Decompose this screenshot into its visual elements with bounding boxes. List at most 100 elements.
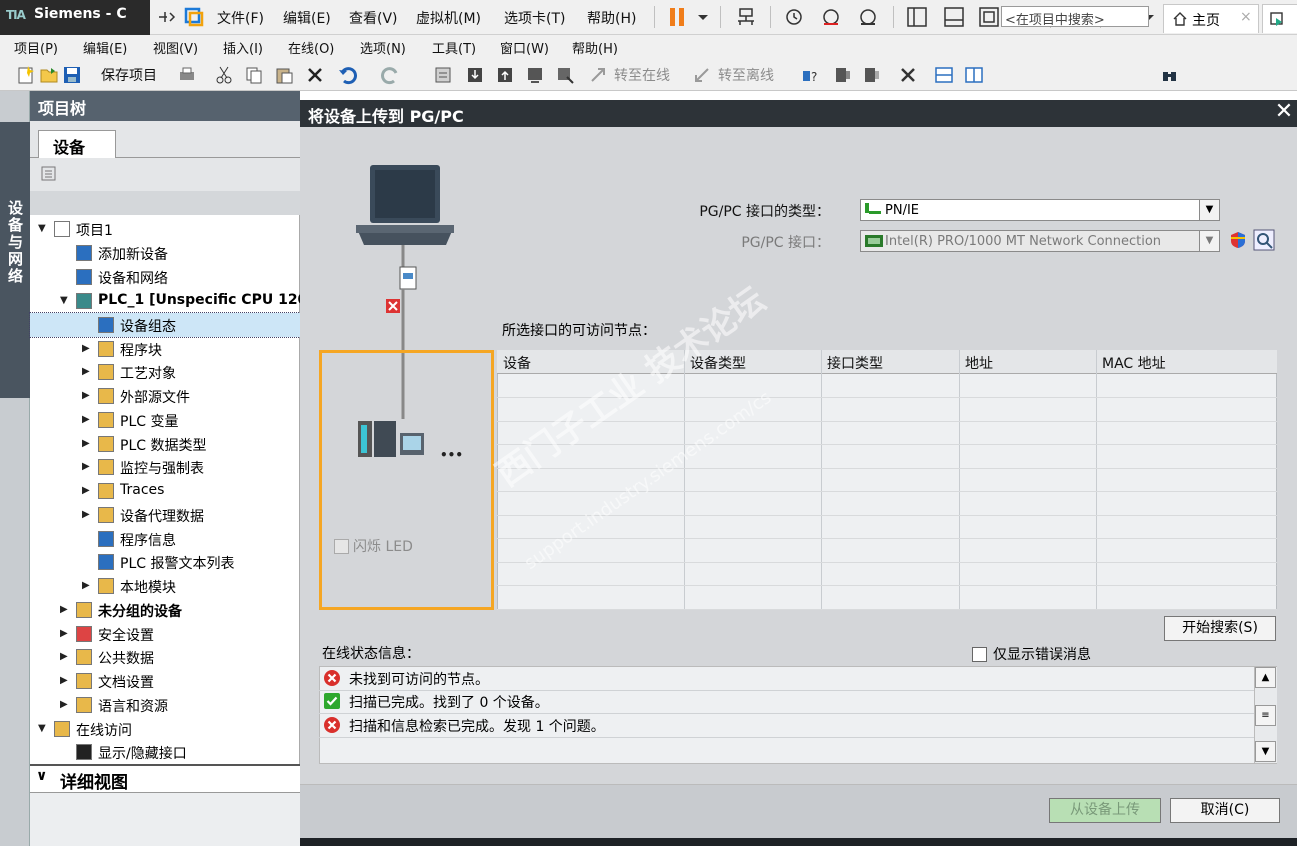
menu-options[interactable]: 选项(N) xyxy=(360,38,406,57)
project-search-input[interactable]: <在项目中搜索> xyxy=(1001,6,1149,28)
upload-icon[interactable] xyxy=(495,65,515,85)
tree-item[interactable]: ▶ PLC 数据类型 xyxy=(30,432,300,456)
scroll-up-icon[interactable]: ▲ xyxy=(1255,667,1276,688)
scroll-down-icon[interactable]: ▼ xyxy=(1255,741,1276,762)
tree-item[interactable]: ▶ PLC 变量 xyxy=(30,408,300,432)
errors-only-checkbox[interactable]: 仅显示错误消息 xyxy=(972,644,1091,664)
chevron-right-icon[interactable]: ▶ xyxy=(82,343,90,354)
chevron-down-icon[interactable]: ▼ xyxy=(1199,200,1219,220)
fullscreen-icon[interactable] xyxy=(978,6,1000,28)
copy-icon[interactable] xyxy=(244,65,264,85)
cancel-button[interactable]: 取消(C) xyxy=(1170,798,1280,823)
host-menu-tabs[interactable]: 选项卡(T) xyxy=(504,8,565,28)
split-horizontal-icon[interactable] xyxy=(934,65,954,85)
tree-item[interactable]: ▶ 语言和资源 xyxy=(30,693,300,717)
chevron-right-icon[interactable]: ▶ xyxy=(60,604,68,615)
delete-icon[interactable] xyxy=(305,65,325,85)
column-address[interactable]: 地址 xyxy=(965,353,993,373)
tree-item[interactable]: ▼ 在线访问 xyxy=(30,717,300,741)
tree-item[interactable]: ▼ PLC_1 [Unspecific CPU 1200] xyxy=(30,289,323,313)
compile-icon[interactable] xyxy=(433,65,453,85)
properties-icon[interactable] xyxy=(1253,229,1275,251)
menu-view[interactable]: 视图(V) xyxy=(153,38,198,57)
chevron-right-icon[interactable]: ▶ xyxy=(60,699,68,710)
host-menu-vm[interactable]: 虚拟机(M) xyxy=(416,8,481,28)
download-icon[interactable] xyxy=(465,65,485,85)
stop-cpu-icon[interactable] xyxy=(862,65,882,85)
save-icon[interactable] xyxy=(62,65,82,85)
close-icon[interactable]: ✕ xyxy=(1272,101,1296,125)
chevron-right-icon[interactable]: ▶ xyxy=(82,390,90,401)
cross-reference-icon[interactable] xyxy=(898,65,918,85)
search-icon[interactable] xyxy=(1160,65,1180,85)
status-message[interactable]: 扫描和信息检索已完成。发现 1 个问题。 xyxy=(319,714,1254,737)
checkbox-icon[interactable] xyxy=(972,647,987,662)
vmware-icon[interactable] xyxy=(183,6,205,28)
tree-item[interactable]: ▼ 项目1 xyxy=(30,217,300,241)
host-menu-edit[interactable]: 编辑(E) xyxy=(283,8,331,28)
tree-item[interactable]: ▶ 监控与强制表 xyxy=(30,455,300,479)
tree-item[interactable]: ▶ 公共数据 xyxy=(30,645,300,669)
menu-project[interactable]: 项目(P) xyxy=(14,38,58,57)
tree-item[interactable]: ▶ 外部源文件 xyxy=(30,384,300,408)
chevron-right-icon[interactable]: ▶ xyxy=(82,414,90,425)
cut-icon[interactable] xyxy=(214,65,234,85)
snapshot-icon[interactable] xyxy=(783,6,805,28)
close-icon[interactable]: × xyxy=(1240,9,1252,25)
tree-item[interactable]: ▶ 未分组的设备 xyxy=(30,598,300,622)
snapshot-manager-icon[interactable] xyxy=(857,6,879,28)
tree-item[interactable]: 程序信息 xyxy=(30,527,300,551)
chevron-down-icon[interactable]: ▼ xyxy=(38,723,46,734)
chevron-right-icon[interactable]: ▶ xyxy=(82,485,90,496)
print-icon[interactable] xyxy=(177,65,197,85)
tree-item[interactable]: ▶ 工艺对象 xyxy=(30,360,300,384)
chevron-right-icon[interactable]: ▶ xyxy=(82,438,90,449)
menu-edit[interactable]: 编辑(E) xyxy=(83,38,127,57)
chevron-down-icon[interactable] xyxy=(692,6,714,28)
accessible-nodes-table[interactable] xyxy=(497,350,1277,610)
tree-item[interactable]: 设备和网络 xyxy=(30,265,300,289)
undo-icon[interactable] xyxy=(338,65,358,85)
revert-snapshot-icon[interactable] xyxy=(820,6,842,28)
pause-icon[interactable] xyxy=(667,6,689,28)
start-search-button[interactable]: 开始搜索(S) xyxy=(1164,616,1276,641)
tree-item[interactable]: ▶ 安全设置 xyxy=(30,622,300,646)
tree-view-icon[interactable] xyxy=(40,165,58,183)
host-menu-help[interactable]: 帮助(H) xyxy=(587,8,636,28)
open-project-icon[interactable] xyxy=(39,65,59,85)
column-device[interactable]: 设备 xyxy=(503,353,531,373)
paste-icon[interactable] xyxy=(274,65,294,85)
interface-type-select[interactable]: PN/IE ▼ xyxy=(860,199,1220,221)
status-message[interactable]: 扫描已完成。找到了 0 个设备。 xyxy=(319,690,1254,713)
tree-item[interactable]: ▶ 本地模块 xyxy=(30,574,300,598)
tree-item[interactable]: ▶ Traces xyxy=(30,479,300,503)
redo-icon[interactable] xyxy=(380,65,400,85)
tab-home[interactable]: 主页 × xyxy=(1163,4,1259,33)
save-project-button[interactable]: 保存项目 xyxy=(101,65,157,85)
detail-view-header[interactable]: ∨ 详细视图 xyxy=(30,764,300,793)
column-device-type[interactable]: 设备类型 xyxy=(690,353,746,373)
monitor-icon[interactable] xyxy=(555,65,575,85)
network-adapter-icon[interactable] xyxy=(735,6,757,28)
column-interface-type[interactable]: 接口类型 xyxy=(827,353,883,373)
column-mac-address[interactable]: MAC 地址 xyxy=(1102,353,1166,373)
new-project-icon[interactable] xyxy=(16,65,36,85)
status-scrollbar[interactable]: ▲ ≡ ▼ xyxy=(1254,667,1277,763)
chevron-right-icon[interactable]: ▶ xyxy=(82,580,90,591)
menu-help[interactable]: 帮助(H) xyxy=(572,38,618,57)
status-message[interactable]: 未找到可访问的节点。 xyxy=(319,667,1254,690)
accessible-devices-icon[interactable]: ? xyxy=(801,65,821,85)
tree-item[interactable]: 添加新设备 xyxy=(30,241,300,265)
chevron-down-icon[interactable]: ▼ xyxy=(60,295,68,306)
menu-online[interactable]: 在线(O) xyxy=(288,38,334,57)
host-menu-file[interactable]: 文件(F) xyxy=(217,8,264,28)
chevron-right-icon[interactable]: ▶ xyxy=(82,366,90,377)
chevron-right-icon[interactable]: ▶ xyxy=(60,651,68,662)
tab-vm[interactable] xyxy=(1262,4,1297,33)
menu-tools[interactable]: 工具(T) xyxy=(432,38,476,57)
menu-window[interactable]: 窗口(W) xyxy=(500,38,549,57)
start-cpu-icon[interactable] xyxy=(833,65,853,85)
tree-item[interactable]: 显示/隐藏接口 xyxy=(30,740,300,764)
tab-devices[interactable]: 设备 xyxy=(38,130,116,158)
bottom-layout-icon[interactable] xyxy=(943,6,965,28)
